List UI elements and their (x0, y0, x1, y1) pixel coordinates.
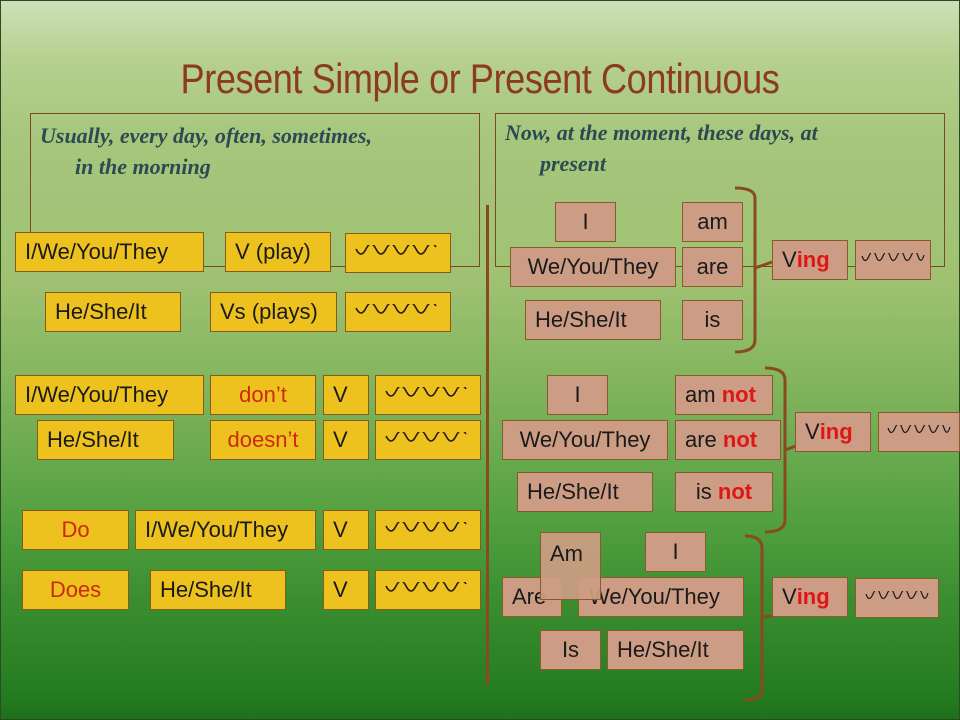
simple-aff-verb-1: V (play) (225, 232, 331, 272)
simple-aff-verb-2: Vs (plays) (210, 292, 337, 332)
wavy-line-icon (878, 412, 960, 452)
continuous-signal-line2: present (540, 151, 606, 176)
be-verb: are (685, 427, 717, 452)
cont-neg-be-3: is not (675, 472, 773, 512)
cont-q-subject-1: I (645, 532, 706, 572)
slide-title: Present Simple or Present Continuous (180, 55, 780, 102)
verb-base: V (782, 584, 797, 609)
not-word: not (722, 427, 758, 452)
cont-neg-subject-3: He/She/It (517, 472, 653, 512)
ing-suffix: ing (796, 584, 830, 609)
continuous-signal-words: Now, at the moment, these days, at prese… (505, 117, 818, 179)
simple-neg-aux-2: doesn’t (210, 420, 316, 460)
simple-q-verb-2: V (323, 570, 369, 610)
wavy-line-icon (375, 375, 481, 415)
verb-base: V (805, 419, 820, 444)
column-divider (486, 205, 489, 685)
cont-neg-be-2: are not (675, 420, 781, 460)
cont-q-subject-2: We/You/They (578, 577, 744, 617)
simple-q-subject-2: He/She/It (150, 570, 286, 610)
cont-neg-ving: Ving (795, 412, 871, 452)
cont-aff-be-1: am (682, 202, 743, 242)
wavy-line-icon (345, 292, 451, 332)
cont-aff-ving: Ving (772, 240, 848, 280)
simple-aff-subject-1: I/We/You/They (15, 232, 204, 272)
cont-q-be-3: Is (540, 630, 601, 670)
wavy-line-icon (375, 570, 481, 610)
simple-signal-words: Usually, every day, often, sometimes, in… (40, 120, 372, 182)
verb-base: V (782, 247, 797, 272)
cont-q-subject-3: He/She/It (607, 630, 744, 670)
simple-neg-verb-1: V (323, 375, 369, 415)
simple-q-aux-1: Do (22, 510, 129, 550)
wavy-line-icon (375, 510, 481, 550)
simple-neg-subject-1: I/We/You/They (15, 375, 204, 415)
cont-neg-be-1: am not (675, 375, 773, 415)
simple-neg-subject-2: He/She/It (37, 420, 174, 460)
be-verb: is (695, 479, 712, 504)
cont-q-ving: Ving (772, 577, 848, 617)
cont-q-be-1: Am (540, 532, 601, 600)
be-verb: am (685, 382, 716, 407)
simple-q-subject-1: I/We/You/They (135, 510, 316, 550)
wavy-line-icon (855, 240, 931, 280)
wavy-line-icon (855, 578, 939, 618)
wavy-line-icon (375, 420, 481, 460)
simple-neg-aux-1: don’t (210, 375, 316, 415)
simple-q-aux-2: Does (22, 570, 129, 610)
cont-neg-subject-2: We/You/They (502, 420, 668, 460)
cont-aff-subject-1: I (555, 202, 616, 242)
cont-neg-subject-1: I (547, 375, 608, 415)
not-word: not (721, 382, 756, 407)
simple-signal-line2: in the morning (75, 154, 211, 179)
simple-aff-subject-2: He/She/It (45, 292, 181, 332)
not-word: not (717, 479, 753, 504)
cont-aff-subject-2: We/You/They (510, 247, 676, 287)
simple-signal-line1: Usually, every day, often, sometimes, (40, 123, 372, 148)
simple-neg-verb-2: V (323, 420, 369, 460)
ing-suffix: ing (796, 247, 830, 272)
ing-suffix: ing (819, 419, 853, 444)
continuous-signal-line1: Now, at the moment, these days, at (505, 120, 818, 145)
cont-aff-be-2: are (682, 247, 743, 287)
cont-aff-be-3: is (682, 300, 743, 340)
simple-q-verb-1: V (323, 510, 369, 550)
wavy-line-icon (345, 233, 451, 273)
cont-aff-subject-3: He/She/It (525, 300, 661, 340)
